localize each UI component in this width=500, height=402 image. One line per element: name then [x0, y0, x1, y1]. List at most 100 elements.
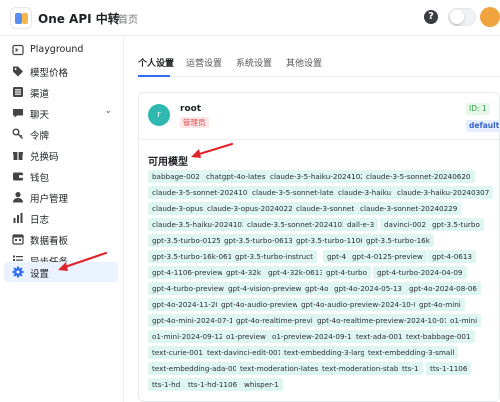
model-chip: gpt-4o-2024-08-06: [405, 282, 482, 295]
model-chip: gpt-4-turbo-preview: [148, 282, 229, 295]
model-chip: o1-mini-2024-09-12: [148, 330, 228, 343]
model-chip: gpt-3.5-turbo-1106: [292, 234, 369, 247]
model-chip: gpt-4-turbo: [322, 266, 371, 279]
model-chip: claude-3-5-haiku-20241022: [266, 170, 374, 183]
chevron-down-icon[interactable]: ⌄: [104, 106, 112, 116]
model-chip: claude-3-sonnet-20240229: [356, 202, 462, 215]
model-chip: tts-1-1106: [426, 362, 472, 375]
model-chip: dall-e-3: [343, 218, 379, 231]
calendar-icon: [12, 234, 24, 245]
model-chip: gpt-4o-mini: [415, 298, 465, 311]
model-chip: gpt-3.5-turbo-0613: [220, 234, 297, 247]
tab-personal-settings[interactable]: 个人设置: [138, 56, 174, 69]
model-chip: babbage-002: [148, 170, 204, 183]
sidebar-item-channels[interactable]: 渠道: [4, 82, 118, 102]
sidebar-item-wallet[interactable]: 钱包: [4, 166, 118, 186]
app-title[interactable]: One API 中转: [38, 10, 120, 27]
sidebar-item-label: 聊天: [30, 110, 50, 121]
sidebar-item-label: 渠道: [30, 89, 50, 100]
sidebar: Playground 模型价格 渠道 聊天 ⌄ 令牌 兑换码 钱包 用户管理 日…: [0, 36, 124, 402]
model-chip: tts-1: [398, 362, 423, 375]
sidebar-item-label: 钱包: [30, 173, 50, 184]
model-chip: text-babbage-001: [402, 330, 475, 343]
model-chip: claude-3-haiku-20240307: [393, 186, 494, 199]
model-chip: text-embedding-3-large: [280, 346, 374, 359]
model-chip: gpt-4: [323, 250, 351, 263]
model-chip: text-ada-001: [352, 330, 407, 343]
model-chip: text-embedding-3-small: [364, 346, 459, 359]
top-header: One API 中转 首页 ?: [0, 0, 500, 36]
sidebar-item-label: Playground: [30, 44, 84, 55]
model-chip: gpt-4-vision-preview: [224, 282, 306, 295]
sidebar-item-label: 数据看板: [30, 236, 69, 247]
model-chip: gpt-4o-audio-preview-2024-10-01: [297, 298, 427, 311]
toggle-knob: [450, 10, 464, 24]
avatar: r: [148, 104, 170, 126]
model-chip: gpt-4o-2024-11-20: [148, 298, 225, 311]
model-chip: claude-3.5-haiku-20241022: [148, 218, 256, 231]
group-badge: default: [466, 120, 500, 132]
wallet-icon: [13, 172, 23, 181]
sidebar-item-label: 设置: [30, 269, 50, 280]
user-avatar-top[interactable]: [480, 7, 500, 27]
sidebar-item-label: 兑换码: [30, 152, 59, 163]
sidebar-item-chat[interactable]: 聊天 ⌄: [4, 103, 118, 123]
sidebar-item-label: 令牌: [30, 131, 50, 142]
theme-toggle[interactable]: [448, 8, 476, 26]
sidebar-item-user-management[interactable]: 用户管理: [4, 187, 118, 207]
model-chip: text-moderation-latest: [236, 362, 326, 375]
tag-icon: [13, 66, 23, 77]
tab-other-settings[interactable]: 其他设置: [286, 56, 322, 69]
user-name: root: [180, 104, 202, 114]
sidebar-item-label: 日志: [30, 215, 50, 226]
model-chip: tts-1-hd-1106: [184, 378, 242, 391]
model-chip: gpt-4o-audio-preview: [217, 298, 303, 311]
key-icon: [12, 128, 23, 139]
app-logo: [10, 7, 32, 29]
sidebar-item-playground[interactable]: Playground: [4, 40, 118, 60]
model-chip: text-curie-001: [148, 346, 207, 359]
model-chip: gpt-4-turbo-2024-04-09: [373, 266, 467, 279]
model-chip: o1-mini: [446, 314, 482, 327]
sidebar-item-tokens[interactable]: 令牌: [4, 124, 118, 144]
tab-system-settings[interactable]: 系统设置: [236, 56, 272, 69]
model-chip: o1-preview: [222, 330, 270, 343]
question-circle-icon[interactable]: ?: [424, 10, 438, 24]
model-chip: gpt-3.5-turbo-instruct: [231, 250, 317, 263]
model-chip: text-moderation-stable: [318, 362, 409, 375]
gear-icon: [12, 266, 24, 278]
model-chip: gpt-4-32k: [222, 266, 266, 279]
model-chip: davinci-002: [380, 218, 431, 231]
nav-home-link[interactable]: 首页: [118, 11, 138, 26]
model-chip: gpt-3.5-turbo-0125: [148, 234, 225, 247]
model-chip: whisper-1: [240, 378, 283, 391]
sidebar-item-label: 模型价格: [30, 68, 69, 79]
model-chip: claude-3.5-sonnet-20241022: [243, 218, 356, 231]
sidebar-item-dashboard[interactable]: 数据看板: [4, 229, 118, 249]
active-tab-indicator: [138, 75, 170, 77]
sidebar-item-redeem-codes[interactable]: 兑换码: [4, 145, 118, 165]
layers-icon: [13, 87, 23, 97]
model-chip: claude-3-5-sonnet-latest: [248, 186, 345, 199]
model-chip: claude-3-haiku: [334, 186, 396, 199]
available-models-title: 可用模型: [148, 157, 188, 168]
tab-operation-settings[interactable]: 运营设置: [186, 56, 222, 69]
role-badge: 管理员: [180, 117, 209, 128]
model-chip: gpt-4o: [301, 282, 333, 295]
sidebar-item-label: 用户管理: [30, 194, 69, 205]
sidebar-item-model-price[interactable]: 模型价格: [4, 61, 118, 81]
model-chip: gpt-4o-2024-05-13: [330, 282, 407, 295]
model-chip: claude-3-5-sonnet-20241022: [148, 186, 261, 199]
model-chip: claude-3-opus: [148, 202, 208, 215]
tab-divider: [138, 76, 500, 77]
chat-icon: [13, 109, 23, 118]
user-icon: [13, 192, 23, 203]
model-chip: text-embedding-ada-002: [148, 362, 246, 375]
sidebar-item-logs[interactable]: 日志: [4, 208, 118, 228]
model-chip: gpt-4o-realtime-preview-2024-10-01: [313, 314, 453, 327]
user-id-badge: ID: 1: [466, 103, 490, 115]
bar-chart-icon: [13, 213, 23, 223]
annotation-arrow-models: [191, 142, 234, 158]
card-divider: [139, 139, 499, 140]
model-chip: chatgpt-4o-latest: [202, 170, 273, 183]
